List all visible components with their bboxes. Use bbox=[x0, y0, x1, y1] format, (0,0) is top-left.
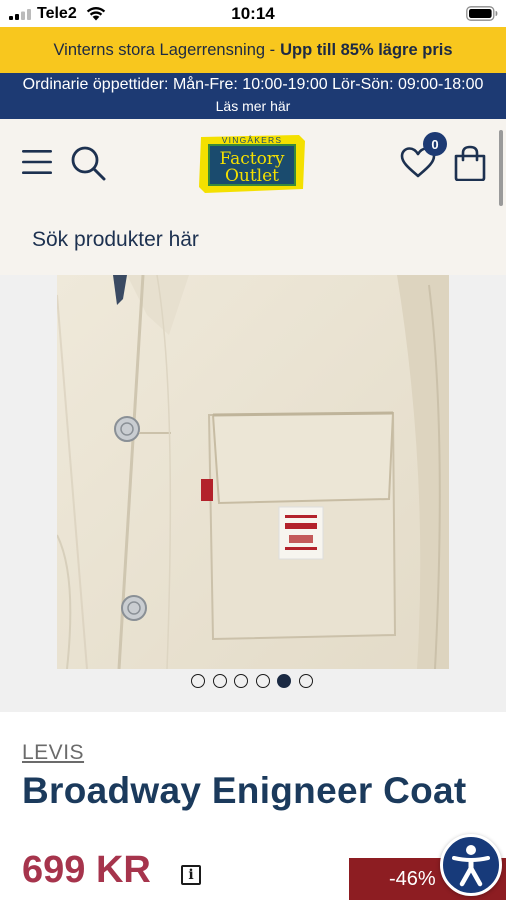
status-bar: Tele2 10:14 bbox=[0, 0, 506, 27]
gallery-dot[interactable] bbox=[255, 674, 270, 688]
promo-banner[interactable]: Vinterns stora Lagerrensning - Upp till … bbox=[0, 27, 506, 73]
product-image[interactable] bbox=[57, 275, 449, 669]
battery-icon bbox=[466, 6, 498, 21]
read-more-link[interactable]: Läs mer här bbox=[0, 98, 506, 114]
product-price: 699 KR bbox=[22, 849, 151, 891]
wishlist-count-badge: 0 bbox=[423, 132, 447, 156]
gallery-dot[interactable] bbox=[234, 674, 248, 688]
logo-line2: Outlet bbox=[225, 166, 279, 186]
site-header: VINGÅKERS Factory Outlet 0 bbox=[0, 119, 506, 209]
promo-highlight: Upp till 85% lägre pris bbox=[280, 40, 453, 59]
product-brand-link[interactable]: LEVIS bbox=[22, 741, 84, 765]
bag-icon[interactable] bbox=[453, 145, 487, 181]
search-bar[interactable]: Sök produkter här bbox=[0, 209, 506, 275]
opening-hours-text: Ordinarie öppettider: Mån-Fre: 10:00-19:… bbox=[22, 76, 484, 93]
gallery-dot[interactable] bbox=[277, 674, 291, 688]
opening-hours-banner: Ordinarie öppettider: Mån-Fre: 10:00-19:… bbox=[0, 73, 506, 119]
gallery-dot[interactable] bbox=[298, 674, 313, 688]
factory-outlet-logo[interactable]: VINGÅKERS Factory Outlet bbox=[197, 131, 307, 195]
product-gallery[interactable] bbox=[0, 275, 506, 712]
price-info-icon[interactable]: i bbox=[181, 865, 201, 885]
gallery-dot[interactable] bbox=[191, 674, 205, 688]
clock: 10:14 bbox=[231, 4, 275, 23]
scrollbar[interactable] bbox=[499, 130, 503, 206]
search-icon[interactable] bbox=[70, 145, 106, 181]
gallery-dot[interactable] bbox=[212, 674, 227, 688]
gallery-pagination bbox=[191, 674, 316, 688]
product-title: Broadway Enigneer Coat bbox=[22, 770, 467, 811]
promo-text: Vinterns stora Lagerrensning - bbox=[53, 40, 276, 59]
search-placeholder[interactable]: Sök produkter här bbox=[32, 228, 199, 252]
accessibility-button[interactable] bbox=[440, 834, 502, 896]
accessibility-icon bbox=[452, 845, 490, 887]
logo-top-text: VINGÅKERS bbox=[222, 135, 282, 145]
menu-icon[interactable] bbox=[22, 149, 52, 175]
